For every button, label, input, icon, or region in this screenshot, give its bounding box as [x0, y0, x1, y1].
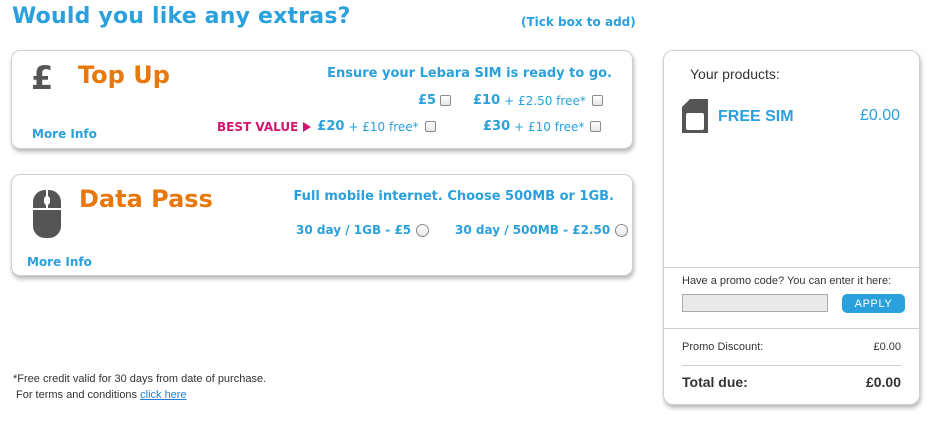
best-value-label: BEST VALUE: [217, 119, 312, 134]
datapass-card: Data Pass Full mobile internet. Choose 5…: [11, 174, 633, 276]
best-value-text: BEST VALUE: [217, 119, 299, 134]
cart-divider: [664, 328, 919, 329]
terms-link[interactable]: click here: [140, 389, 186, 401]
apply-promo-button[interactable]: APPLY: [842, 294, 905, 313]
datapass-1gb-radio[interactable]: [416, 223, 430, 237]
total-due-label: Total due:: [682, 374, 748, 390]
datapass-more-info-link[interactable]: More Info: [27, 255, 92, 269]
cart-divider: [664, 267, 919, 268]
tick-box-hint: (Tick box to add): [521, 15, 636, 29]
cart-heading: Your products:: [690, 66, 780, 82]
topup-option-5: £5: [418, 93, 452, 108]
datapass-option-label: 30 day / 500MB - £2.50: [455, 223, 611, 237]
datapass-tagline: Full mobile internet. Choose 500MB or 1G…: [293, 189, 614, 204]
topup-option-amount: £30: [483, 119, 511, 134]
pound-icon: £: [31, 59, 54, 97]
datapass-option-500mb: 30 day / 500MB - £2.50: [455, 223, 629, 237]
topup-option-bonus: + £10 free*: [348, 119, 419, 134]
promo-code-input[interactable]: [682, 294, 828, 312]
topup-option-bonus: + £10 free*: [514, 119, 585, 134]
mouse-icon: [33, 190, 61, 238]
topup-option-amount: £10: [473, 93, 501, 108]
play-arrow-icon: [303, 121, 312, 132]
page-title: Would you like any extras?: [12, 4, 351, 29]
topup-30-checkbox[interactable]: [590, 121, 602, 132]
topup-card: £ Top Up Ensure your Lebara SIM is ready…: [11, 50, 633, 149]
topup-option-20: BEST VALUE £20 + £10 free*: [217, 119, 436, 134]
topup-more-info-link[interactable]: More Info: [32, 127, 97, 141]
datapass-title: Data Pass: [79, 185, 213, 213]
total-divider: [682, 365, 901, 366]
datapass-500mb-radio[interactable]: [615, 223, 629, 237]
topup-title: Top Up: [78, 61, 170, 89]
terms-footnote: For terms and conditions click here: [16, 389, 187, 401]
promo-discount-label: Promo Discount:: [682, 341, 764, 353]
topup-option-amount: £5: [418, 93, 437, 108]
promo-code-label: Have a promo code? You can enter it here…: [682, 275, 892, 287]
topup-option-bonus: + £2.50 free*: [504, 93, 586, 108]
total-due-value: £0.00: [865, 374, 901, 390]
topup-10-checkbox[interactable]: [591, 95, 603, 106]
cart-panel: Your products: FREE SIM £0.00 Have a pro…: [663, 50, 920, 405]
datapass-option-1gb: 30 day / 1GB - £5: [296, 223, 430, 237]
topup-20-checkbox[interactable]: [424, 121, 436, 132]
topup-tagline: Ensure your Lebara SIM is ready to go.: [327, 66, 612, 81]
topup-option-10: £10 + £2.50 free*: [473, 93, 603, 108]
sim-card-icon: [682, 99, 708, 133]
topup-option-30: £30 + £10 free*: [483, 119, 602, 134]
datapass-option-label: 30 day / 1GB - £5: [296, 223, 412, 237]
cart-item-name: FREE SIM: [718, 108, 794, 125]
promo-discount-value: £0.00: [873, 341, 901, 353]
topup-5-checkbox[interactable]: [440, 95, 452, 106]
free-credit-footnote: *Free credit valid for 30 days from date…: [13, 373, 267, 385]
terms-text: For terms and conditions: [16, 389, 138, 401]
cart-item-price: £0.00: [859, 107, 900, 124]
topup-option-amount: £20: [317, 119, 345, 134]
